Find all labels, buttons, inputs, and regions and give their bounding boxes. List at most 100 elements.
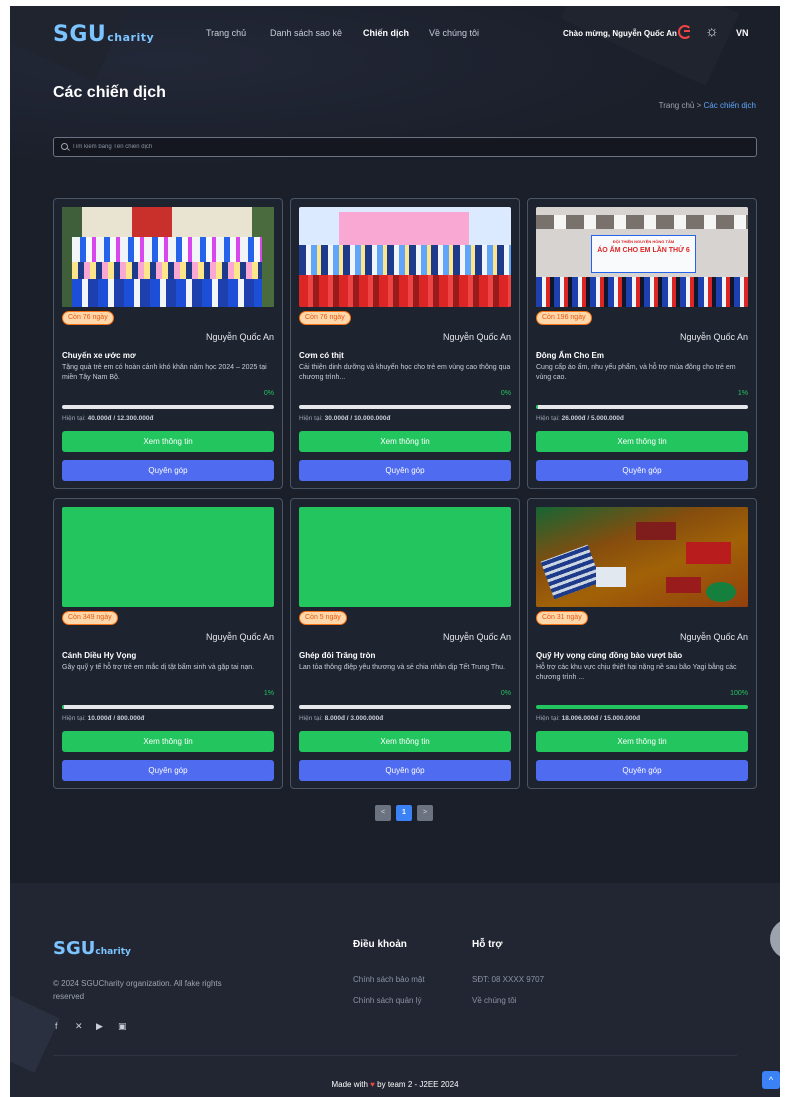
scroll-to-top-button[interactable]: ^ <box>762 1071 780 1089</box>
amount-raised: Hiện tại: 26.000đ / 5.000.000đ <box>536 415 624 422</box>
heart-icon: ♥ <box>370 1080 375 1089</box>
nav-statements[interactable]: Danh sách sao kê <box>270 28 342 38</box>
breadcrumb-separator: > <box>696 101 702 110</box>
progress-bar <box>62 405 274 409</box>
youtube-icon[interactable]: ▶ <box>96 1021 103 1032</box>
campaign-name: Quỹ Hy vọng cùng đồng bào vượt bão <box>536 651 683 660</box>
campaign-image[interactable] <box>299 207 511 307</box>
banner-line1: ĐỘI THIỆN NGUYỆN HỒNG TÂM <box>612 239 675 244</box>
donate-button[interactable]: Quyên góp <box>536 760 748 781</box>
x-icon[interactable]: ✕ <box>75 1021 83 1032</box>
amount-raised: Hiện tại: 40.000đ / 12.300.000đ <box>62 415 154 422</box>
campaign-author: Nguyễn Quốc An <box>442 332 511 342</box>
search-input[interactable] <box>72 138 672 156</box>
footer-terms-title: Điều khoản <box>353 939 407 950</box>
campaign-description: Gây quỹ y tế hỗ trợ trẻ em mắc dị tật bẩ… <box>62 664 255 671</box>
campaign-description: Hỗ trợ các khu vực chịu thiệt hại nặng n… <box>536 664 737 681</box>
amount-raised: Hiện tại: 8.000đ / 3.000.000đ <box>299 715 384 722</box>
view-info-button[interactable]: Xem thông tin <box>299 431 511 452</box>
banner-line2: ÁO ẤM CHO EM LẦN THỨ 6 <box>597 247 690 254</box>
search-bar <box>53 137 757 157</box>
progress-percent: 1% <box>263 690 274 697</box>
breadcrumb: Trang chủ > Các chiến dịch <box>659 101 756 110</box>
theme-toggle-sun-icon[interactable]: ☼ <box>705 23 719 40</box>
progress-percent: 0% <box>263 390 274 397</box>
progress-percent: 0% <box>500 390 511 397</box>
view-info-button[interactable]: Xem thông tin <box>62 431 274 452</box>
nav-about[interactable]: Về chúng tôi <box>429 28 479 38</box>
days-left-badge: Còn 196 ngày <box>536 311 592 325</box>
side-floating-button[interactable] <box>770 919 780 959</box>
campaign-card: Còn 349 ngày Nguyễn Quốc An Cánh Diều Hy… <box>53 498 283 789</box>
days-left-badge: Còn 76 ngày <box>62 311 114 325</box>
campaign-name: Đông Ấm Cho Em <box>536 351 604 360</box>
facebook-icon[interactable]: f <box>55 1021 58 1031</box>
progress-fill <box>536 405 539 409</box>
breadcrumb-home[interactable]: Trang chủ <box>659 101 695 110</box>
campaign-image[interactable] <box>62 507 274 607</box>
footer-link-privacy[interactable]: Chính sách bảo mật <box>353 975 425 984</box>
donate-button[interactable]: Quyên góp <box>62 460 274 481</box>
page-frame: SGUcharity Trang chủ Danh sách sao kê Ch… <box>10 6 780 1097</box>
logout-icon[interactable] <box>678 25 692 39</box>
campaign-card: ĐỘI THIỆN NGUYỆN HỒNG TÂM ÁO ẤM CHO EM L… <box>527 198 757 489</box>
footer-link-management[interactable]: Chính sách quản lý <box>353 996 422 1005</box>
campaign-author: Nguyễn Quốc An <box>442 632 511 642</box>
campaign-author: Nguyễn Quốc An <box>679 332 748 342</box>
progress-bar <box>536 705 748 709</box>
pagination-prev-button[interactable]: < <box>375 805 391 821</box>
linkedin-icon[interactable]: ▣ <box>118 1021 127 1032</box>
breadcrumb-current: Các chiến dịch <box>703 101 756 110</box>
progress-bar <box>62 705 274 709</box>
progress-percent: 1% <box>737 390 748 397</box>
top-navbar: SGUcharity Trang chủ Danh sách sao kê Ch… <box>10 6 780 62</box>
footer-made-with: Made with ♥ by team 2 - J2EE 2024 <box>331 1080 459 1089</box>
campaign-image[interactable] <box>299 507 511 607</box>
view-info-button[interactable]: Xem thông tin <box>536 431 748 452</box>
decor-shape <box>10 993 60 1073</box>
campaign-description: Cải thiện dinh dưỡng và khuyến học cho t… <box>299 364 511 381</box>
campaign-card: Còn 5 ngày Nguyễn Quốc An Ghép đôi Trăng… <box>290 498 520 789</box>
campaign-author: Nguyễn Quốc An <box>679 632 748 642</box>
campaign-name: Cánh Diều Hy Vọng <box>62 651 137 660</box>
days-left-badge: Còn 5 ngày <box>299 611 347 625</box>
campaign-image[interactable] <box>62 207 274 307</box>
view-info-button[interactable]: Xem thông tin <box>299 731 511 752</box>
progress-fill <box>536 705 748 709</box>
campaign-image[interactable]: ĐỘI THIỆN NGUYỆN HỒNG TÂM ÁO ẤM CHO EM L… <box>536 207 748 307</box>
amount-raised: Hiện tại: 18.006.000đ / 15.000.000đ <box>536 715 641 722</box>
progress-fill <box>62 705 65 709</box>
view-info-button[interactable]: Xem thông tin <box>536 731 748 752</box>
page-title: Các chiến dịch <box>53 84 166 101</box>
footer-link-about[interactable]: Về chúng tôi <box>472 996 516 1005</box>
campaign-description: Cung cấp áo ấm, nhu yếu phẩm, và hỗ trợ … <box>536 364 736 381</box>
view-info-button[interactable]: Xem thông tin <box>62 731 274 752</box>
campaign-author: Nguyễn Quốc An <box>205 332 274 342</box>
donate-button[interactable]: Quyên góp <box>299 460 511 481</box>
campaign-name: Chuyến xe ước mơ <box>62 351 136 360</box>
footer-logo[interactable]: SGUcharity <box>53 938 131 959</box>
footer-support-title: Hỗ trợ <box>472 939 503 950</box>
days-left-badge: Còn 349 ngày <box>62 611 118 625</box>
campaign-name: Cơm có thịt <box>299 351 344 360</box>
donate-button[interactable]: Quyên góp <box>62 760 274 781</box>
campaign-description: Tặng quà trẻ em có hoàn cảnh khó khăn nă… <box>62 364 267 381</box>
language-switch[interactable]: VN <box>736 28 749 38</box>
pagination-next-button[interactable]: > <box>417 805 433 821</box>
campaign-image[interactable] <box>536 507 748 607</box>
progress-bar <box>299 405 511 409</box>
logo[interactable]: SGUcharity <box>53 22 154 47</box>
footer-copyright: © 2024 SGUCharity organization. All fake… <box>53 979 222 1001</box>
days-left-badge: Còn 76 ngày <box>299 311 351 325</box>
amount-raised: Hiện tại: 10.000đ / 800.000đ <box>62 715 145 722</box>
donate-button[interactable]: Quyên góp <box>536 460 748 481</box>
campaign-card: Còn 76 ngày Nguyễn Quốc An Cơm có thịt C… <box>290 198 520 489</box>
search-icon <box>61 143 68 150</box>
donate-button[interactable]: Quyên góp <box>299 760 511 781</box>
nav-campaigns[interactable]: Chiến dịch <box>363 28 409 38</box>
progress-percent: 100% <box>730 690 748 697</box>
welcome-text: Chào mừng, Nguyễn Quốc An <box>563 29 677 38</box>
pagination-page-1[interactable]: 1 <box>396 805 412 821</box>
progress-percent: 0% <box>500 690 511 697</box>
nav-home[interactable]: Trang chủ <box>206 28 246 38</box>
